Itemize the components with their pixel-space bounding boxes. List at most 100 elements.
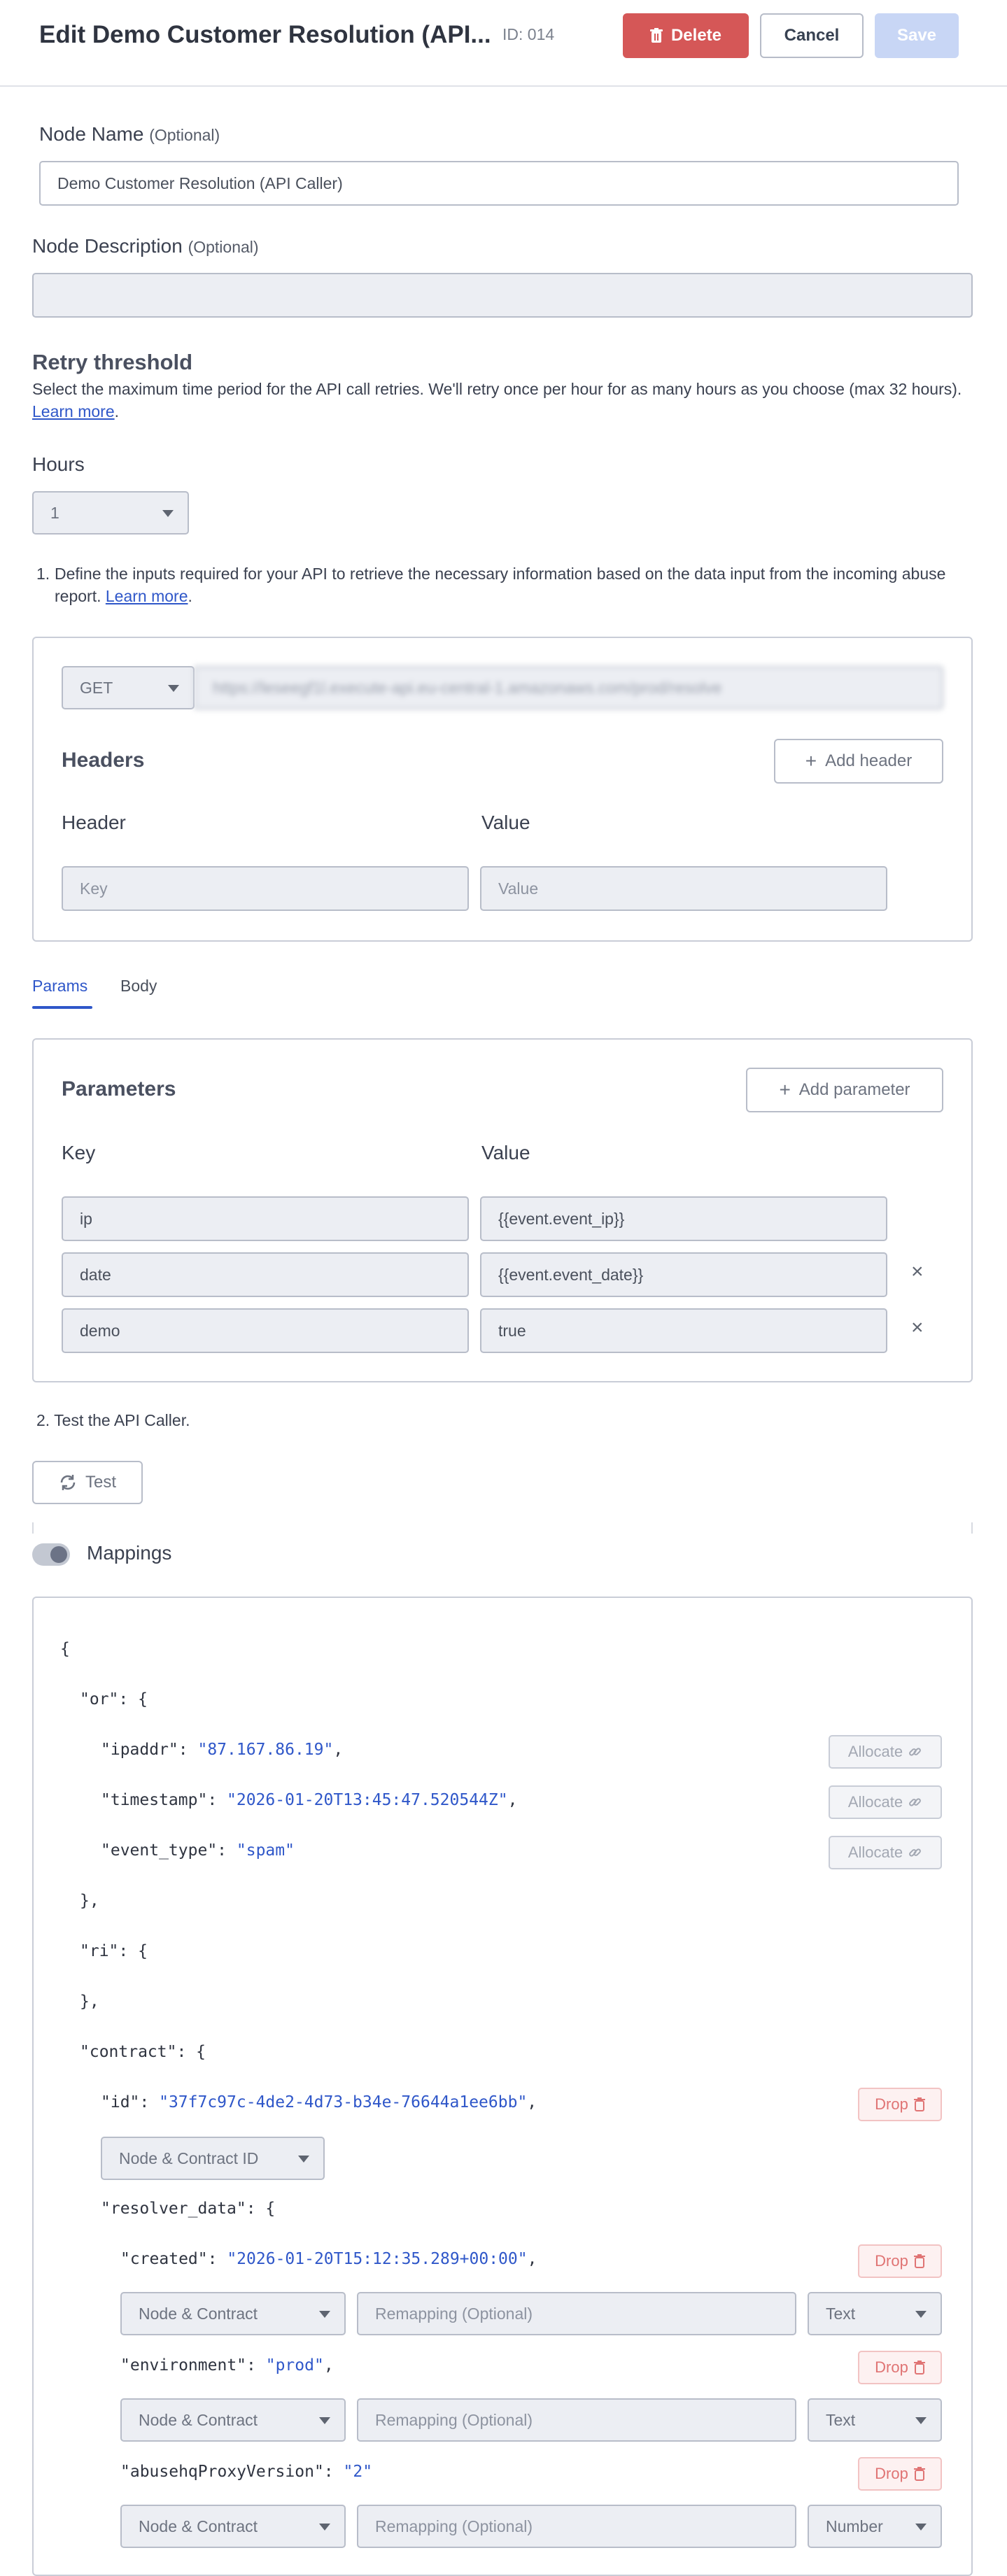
source-value: Node & Contract <box>139 2304 258 2323</box>
param-key-column-label: Key <box>62 1142 96 1163</box>
headers-title: Headers <box>62 749 145 772</box>
chevron-down-icon <box>915 2417 927 2424</box>
param-value-input[interactable]: {{event.event_ip}} <box>480 1196 887 1241</box>
remapping-placeholder: Remapping (Optional) <box>375 2517 533 2535</box>
json-ipaddr-line: "ipaddr": "87.167.86.19", <box>101 1741 344 1759</box>
source-select[interactable]: Node & Contract <box>120 2398 346 2442</box>
allocate-label: Allocate <box>847 1743 903 1760</box>
allocate-button[interactable]: Allocate <box>829 1785 942 1819</box>
trash-icon <box>649 28 663 43</box>
remove-param-close-icon[interactable]: × <box>911 1260 924 1284</box>
trash-icon <box>913 2097 925 2111</box>
method-select[interactable]: GET <box>62 666 195 709</box>
save-button[interactable]: Save <box>875 13 959 58</box>
hours-select[interactable]: 1 <box>32 491 189 535</box>
drop-label: Drop <box>875 2095 908 2113</box>
step2-text: 2. Test the API Caller. <box>36 1411 190 1429</box>
chevron-down-icon <box>915 2311 927 2318</box>
header-column-label: Header <box>62 812 126 833</box>
json-close-ri: }, <box>80 1993 99 2011</box>
source-select[interactable]: Node & Contract <box>120 2505 346 2548</box>
editor-header: Edit Demo Customer Resolution (API... ID… <box>0 0 1007 87</box>
retry-help-text: Select the maximum time period for the A… <box>32 380 962 420</box>
type-select[interactable]: Text <box>808 2292 942 2335</box>
toggle-knob <box>50 1546 67 1563</box>
allocate-button[interactable]: Allocate <box>829 1735 942 1769</box>
mappings-toggle[interactable] <box>32 1543 70 1566</box>
chevron-down-icon <box>168 685 179 692</box>
link-icon <box>909 1848 922 1857</box>
test-button[interactable]: Test <box>32 1461 143 1504</box>
param-value-input[interactable]: {{event.event_date}} <box>480 1252 887 1297</box>
environment-value: "prod" <box>265 2356 324 2375</box>
remove-param-close-icon[interactable]: × <box>911 1316 924 1340</box>
remapping-placeholder: Remapping (Optional) <box>375 2410 533 2429</box>
url-input[interactable]: https://leseegf1l.execute-api.eu-central… <box>195 666 943 709</box>
node-name-label-text: Node Name <box>39 123 144 145</box>
plus-icon: + <box>805 750 817 772</box>
node-name-input[interactable]: Demo Customer Resolution (API Caller) <box>39 161 959 206</box>
header-key-input[interactable]: Key <box>62 866 469 911</box>
type-value: Number <box>826 2517 883 2535</box>
contract-id-mapping-select[interactable]: Node & Contract ID <box>101 2137 325 2180</box>
json-open-brace: { <box>60 1640 70 1658</box>
param-value-column-label: Value <box>481 1142 530 1163</box>
ipaddr-value: "87.167.86.19" <box>197 1741 334 1759</box>
type-select[interactable]: Number <box>808 2505 942 2548</box>
node-id-label: ID: 014 <box>502 25 555 43</box>
remapping-input[interactable]: Remapping (Optional) <box>357 2398 796 2442</box>
drop-button[interactable]: Drop <box>858 2088 942 2121</box>
type-value: Text <box>826 2410 856 2429</box>
remapping-input[interactable]: Remapping (Optional) <box>357 2292 796 2335</box>
trash-icon <box>913 2361 925 2375</box>
step1-learn-more-link[interactable]: Learn more <box>106 587 188 605</box>
allocate-button[interactable]: Allocate <box>829 1836 942 1869</box>
contract-id-value: "37f7c97c-4de2-4d73-b34e-76644a1ee6bb" <box>159 2093 528 2111</box>
step1-text: 1. Define the inputs required for your A… <box>36 562 960 607</box>
param-key-input[interactable]: date <box>62 1252 469 1297</box>
allocate-label: Allocate <box>847 1793 903 1811</box>
cancel-button[interactable]: Cancel <box>760 13 864 58</box>
drop-button[interactable]: Drop <box>858 2351 942 2384</box>
add-header-button[interactable]: + Add header <box>774 739 943 784</box>
add-header-label: Add header <box>825 751 913 770</box>
test-label: Test <box>85 1473 116 1492</box>
contract-id-mapping-value: Node & Contract ID <box>119 2149 259 2167</box>
drop-button[interactable]: Drop <box>858 2457 942 2491</box>
created-value: "2026-01-20T15:12:35.289+00:00" <box>227 2250 528 2268</box>
json-proxy-version-line: "abusehqProxyVersion": "2" <box>120 2463 373 2481</box>
hours-value: 1 <box>50 503 59 522</box>
tab-params[interactable]: Params <box>32 977 87 996</box>
delete-button[interactable]: Delete <box>623 13 749 58</box>
remapping-input[interactable]: Remapping (Optional) <box>357 2505 796 2548</box>
timestamp-value: "2026-01-20T13:45:47.520544Z" <box>227 1791 508 1809</box>
link-icon <box>909 1798 922 1806</box>
chevron-down-icon <box>319 2311 330 2318</box>
chevron-down-icon <box>319 2417 330 2424</box>
retry-learn-more-link[interactable]: Learn more <box>32 402 115 420</box>
add-parameter-button[interactable]: + Add parameter <box>746 1068 943 1112</box>
node-description-label: Node Description (Optional) <box>32 235 259 257</box>
delete-label: Delete <box>670 26 722 45</box>
step1-description: Define the inputs required for your API … <box>55 565 946 605</box>
header-value-column-label: Value <box>481 812 530 833</box>
drop-button[interactable]: Drop <box>858 2244 942 2278</box>
chevron-down-icon <box>298 2156 309 2163</box>
json-event-type-line: "event_type": "spam" <box>101 1841 295 1860</box>
type-select[interactable]: Text <box>808 2398 942 2442</box>
param-key-input[interactable]: ip <box>62 1196 469 1241</box>
header-value-input[interactable]: Value <box>480 866 887 911</box>
drop-label: Drop <box>875 2465 908 2482</box>
node-description-input[interactable] <box>32 273 973 318</box>
method-value: GET <box>80 678 113 697</box>
remapping-placeholder: Remapping (Optional) <box>375 2304 533 2323</box>
json-resolver-data-key: "resolver_data": { <box>101 2200 276 2218</box>
tab-body[interactable]: Body <box>120 977 157 996</box>
mappings-divider <box>32 1522 973 1534</box>
drop-label: Drop <box>875 2358 908 2376</box>
source-select[interactable]: Node & Contract <box>120 2292 346 2335</box>
param-key-input[interactable]: demo <box>62 1308 469 1353</box>
chevron-down-icon <box>915 2524 927 2531</box>
link-icon <box>909 1748 922 1756</box>
param-value-input[interactable]: true <box>480 1308 887 1353</box>
